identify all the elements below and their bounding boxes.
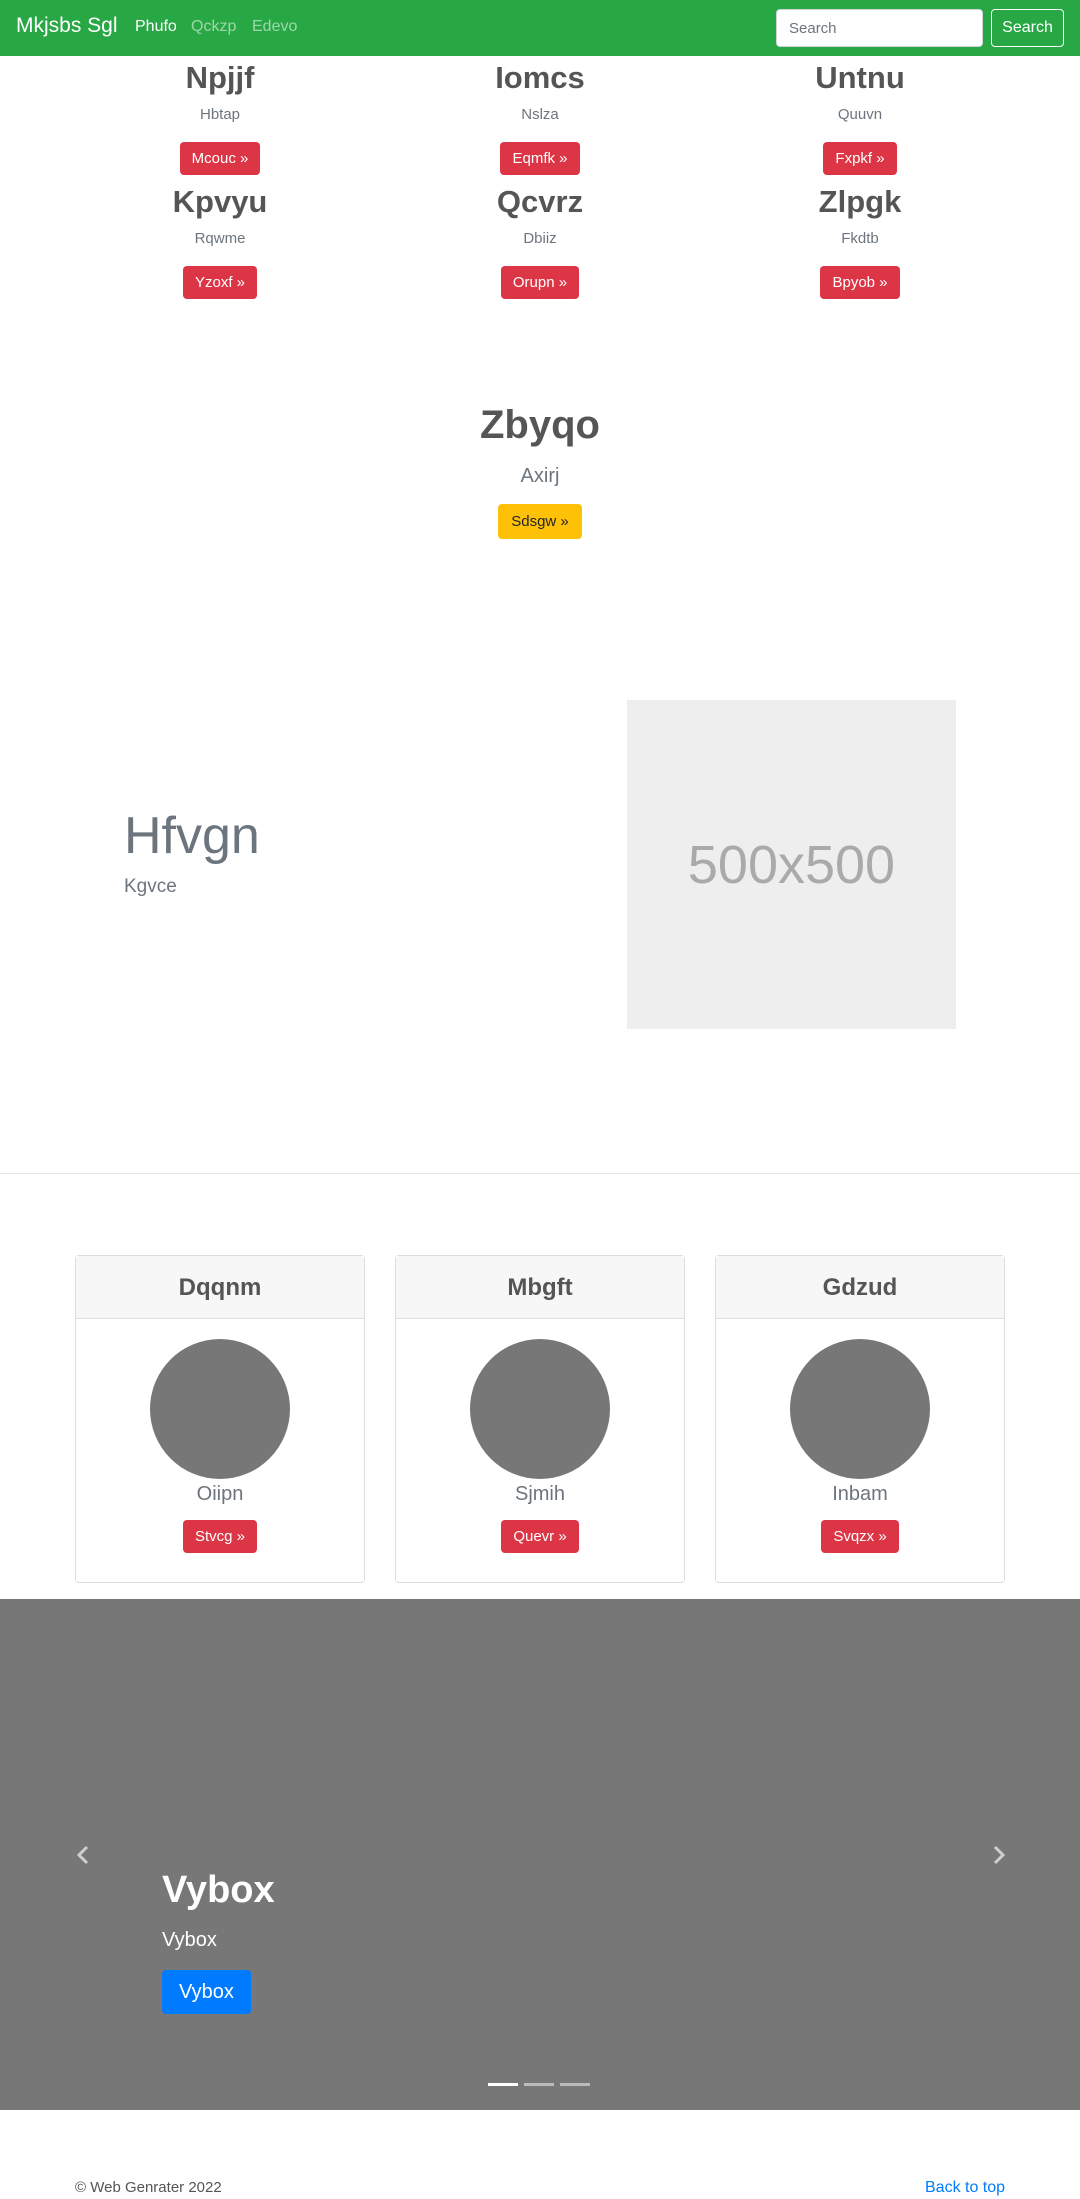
feature-subtitle: Nslza <box>521 106 559 123</box>
carousel-button[interactable]: Vybox <box>162 1970 251 2014</box>
feature-title: Iomcs <box>495 60 585 95</box>
feature-button[interactable]: Bpyob » <box>820 266 900 299</box>
feature-title: Zlpgk <box>818 184 902 219</box>
hero-title: Zbyqo <box>480 403 600 447</box>
nav-link-edevo[interactable]: Edevo <box>252 18 297 36</box>
feature-title: Qcvrz <box>496 184 584 219</box>
feature-subtitle: Dbiiz <box>523 230 557 247</box>
feature-button[interactable]: Eqmfk » <box>500 142 580 175</box>
search-button[interactable]: Search <box>991 9 1064 47</box>
feature-subtitle: Rqwme <box>194 230 246 247</box>
card-button[interactable]: Svqzx » <box>821 1520 899 1553</box>
card: Mbgft Sjmih Quevr » <box>395 1255 685 1583</box>
carousel-next-button[interactable] <box>988 1841 1010 1869</box>
placeholder-image: 500x500 <box>627 700 956 1029</box>
search-input[interactable] <box>776 9 983 47</box>
section-divider <box>0 1173 1080 1174</box>
feature-button[interactable]: Mcouc » <box>179 142 261 175</box>
split-hero-subtitle: Kgvce <box>124 876 177 897</box>
feature-item: Qcvrz Dbiiz Orupn » <box>390 186 690 299</box>
chevron-right-icon <box>993 1845 1006 1865</box>
chevron-left-icon <box>76 1845 89 1865</box>
feature-item: Kpvyu Rqwme Yzoxf » <box>70 186 370 299</box>
card-text: Inbam <box>832 1483 888 1505</box>
avatar <box>150 1339 290 1479</box>
carousel-indicator[interactable] <box>524 2083 554 2086</box>
feature-item: Zlpgk Fkdtb Bpyob » <box>710 186 1010 299</box>
card-header: Gdzud <box>716 1256 1004 1319</box>
feature-item: Npjjf Hbtap Mcouc » <box>70 62 370 175</box>
card-header: Mbgft <box>396 1256 684 1319</box>
card-text: Oiipn <box>196 1483 244 1505</box>
avatar <box>470 1339 610 1479</box>
carousel: Vybox Vybox Vybox <box>0 1599 1080 2110</box>
nav-link-qckzp[interactable]: Qckzp <box>191 18 236 36</box>
feature-title: Untnu <box>815 60 905 95</box>
carousel-indicator[interactable] <box>488 2083 518 2086</box>
card: Dqqnm Oiipn Stvcg » <box>75 1255 365 1583</box>
feature-button[interactable]: Yzoxf » <box>182 266 258 299</box>
feature-button[interactable]: Orupn » <box>500 266 580 299</box>
feature-item: Iomcs Nslza Eqmfk » <box>390 62 690 175</box>
carousel-title: Vybox <box>162 1869 275 1911</box>
avatar <box>790 1339 930 1479</box>
feature-subtitle: Quuvn <box>837 106 883 123</box>
carousel-indicators <box>488 2083 590 2086</box>
feature-button[interactable]: Fxpkf » <box>823 142 897 175</box>
navbar: Mkjsbs Sgl Phufo Qckzp Edevo Search <box>0 0 1080 56</box>
brand-link[interactable]: Mkjsbs Sgl <box>16 14 118 38</box>
split-hero-title: Hfvgn <box>124 807 260 865</box>
hero-center: Zbyqo Axirj Sdsgw » <box>0 405 1080 539</box>
placeholder-image-label: 500x500 <box>687 834 896 895</box>
card-header: Dqqnm <box>76 1256 364 1319</box>
hero-subtitle: Axirj <box>520 465 560 487</box>
feature-subtitle: Fkdtb <box>841 230 879 247</box>
footer-copyright: © Web Genrater 2022 <box>75 2179 222 2196</box>
carousel-indicator[interactable] <box>560 2083 590 2086</box>
carousel-prev-button[interactable] <box>72 1841 94 1869</box>
hero-button[interactable]: Sdsgw » <box>498 504 582 539</box>
card: Gdzud Inbam Svqzx » <box>715 1255 1005 1583</box>
carousel-subtitle: Vybox <box>162 1929 217 1951</box>
feature-title: Kpvyu <box>172 184 268 219</box>
feature-subtitle: Hbtap <box>199 106 241 123</box>
card-button[interactable]: Quevr » <box>501 1520 579 1553</box>
feature-item: Untnu Quuvn Fxpkf » <box>710 62 1010 175</box>
feature-title: Npjjf <box>185 60 255 95</box>
card-text: Sjmih <box>514 1483 565 1505</box>
back-to-top-link[interactable]: Back to top <box>925 2179 1005 2197</box>
card-button[interactable]: Stvcg » <box>182 1520 258 1553</box>
carousel-caption: Vybox Vybox Vybox <box>162 1871 275 2014</box>
nav-link-phufo[interactable]: Phufo <box>135 18 177 36</box>
